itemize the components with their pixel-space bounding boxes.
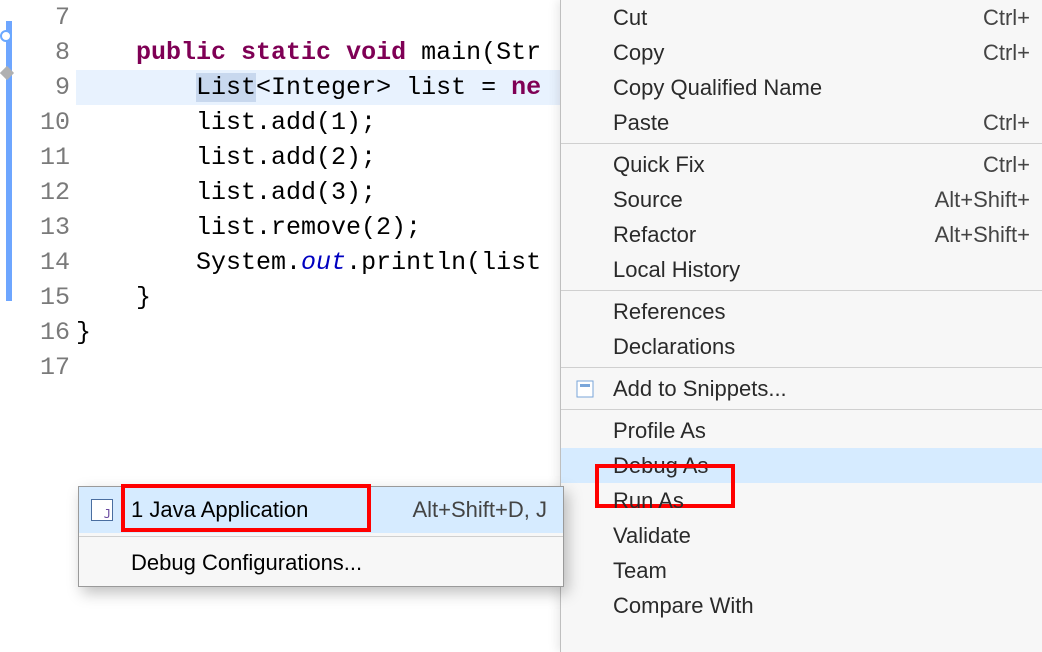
line-number: 14 bbox=[24, 245, 70, 280]
code-line[interactable]: } bbox=[76, 315, 560, 350]
menu-item-label: Quick Fix bbox=[613, 152, 983, 178]
java-app-icon bbox=[91, 499, 113, 521]
submenu-item-shortcut: Alt+Shift+D, J bbox=[412, 497, 547, 523]
menu-item-label: Declarations bbox=[613, 334, 1030, 360]
code-line[interactable]: list.add(1); bbox=[76, 105, 560, 140]
submenu-item-debug-configurations[interactable]: Debug Configurations... bbox=[79, 540, 563, 586]
menu-item-label: Profile As bbox=[613, 418, 1030, 444]
menu-item-shortcut: Ctrl+ bbox=[983, 152, 1030, 178]
code-line[interactable]: List<Integer> list = ne bbox=[76, 70, 560, 105]
menu-item-add-to-snippets[interactable]: Add to Snippets... bbox=[561, 371, 1042, 406]
menu-item-label: Copy Qualified Name bbox=[613, 75, 1030, 101]
marker-column bbox=[0, 0, 24, 652]
context-menu[interactable]: CutCtrl+CopyCtrl+Copy Qualified NamePast… bbox=[560, 0, 1042, 652]
menu-separator bbox=[561, 143, 1042, 144]
menu-separator bbox=[561, 290, 1042, 291]
menu-item-label: Cut bbox=[613, 5, 983, 31]
menu-item-copy-qualified-name[interactable]: Copy Qualified Name bbox=[561, 70, 1042, 105]
override-marker-icon bbox=[0, 30, 12, 42]
menu-item-shortcut: Alt+Shift+ bbox=[935, 222, 1030, 248]
menu-item-debug-as[interactable]: Debug As bbox=[561, 448, 1042, 483]
menu-item-label: References bbox=[613, 299, 1030, 325]
line-number: 8 bbox=[24, 35, 70, 70]
submenu-item-label: 1 Java Application bbox=[131, 497, 412, 523]
menu-item-declarations[interactable]: Declarations bbox=[561, 329, 1042, 364]
code-line[interactable]: System.out.println(list bbox=[76, 245, 560, 280]
menu-item-profile-as[interactable]: Profile As bbox=[561, 413, 1042, 448]
debug-as-submenu[interactable]: 1 Java ApplicationAlt+Shift+D, J Debug Co… bbox=[78, 486, 564, 587]
menu-item-validate[interactable]: Validate bbox=[561, 518, 1042, 553]
menu-item-label: Refactor bbox=[613, 222, 935, 248]
menu-item-label: Run As bbox=[613, 488, 1030, 514]
menu-separator bbox=[561, 409, 1042, 410]
line-number: 12 bbox=[24, 175, 70, 210]
menu-item-shortcut: Alt+Shift+ bbox=[935, 187, 1030, 213]
menu-item-label: Paste bbox=[613, 110, 983, 136]
line-number: 16 bbox=[24, 315, 70, 350]
menu-item-shortcut: Ctrl+ bbox=[983, 5, 1030, 31]
line-number: 7 bbox=[24, 0, 70, 35]
menu-item-label: Add to Snippets... bbox=[613, 376, 1030, 402]
menu-item-shortcut: Ctrl+ bbox=[983, 110, 1030, 136]
menu-item-references[interactable]: References bbox=[561, 294, 1042, 329]
line-number: 10 bbox=[24, 105, 70, 140]
menu-separator bbox=[561, 367, 1042, 368]
code-line[interactable] bbox=[76, 0, 560, 35]
submenu-item-label: Debug Configurations... bbox=[131, 550, 547, 576]
change-bar bbox=[6, 21, 12, 301]
line-number: 13 bbox=[24, 210, 70, 245]
code-line[interactable]: list.add(3); bbox=[76, 175, 560, 210]
menu-item-compare-with[interactable]: Compare With bbox=[561, 588, 1042, 623]
menu-item-label: Validate bbox=[613, 523, 1030, 549]
code-line[interactable]: list.remove(2); bbox=[76, 210, 560, 245]
menu-item-copy[interactable]: CopyCtrl+ bbox=[561, 35, 1042, 70]
menu-item-local-history[interactable]: Local History bbox=[561, 252, 1042, 287]
line-numbers: 7891011121314151617 bbox=[24, 0, 76, 652]
menu-item-label: Compare With bbox=[613, 593, 1030, 619]
menu-separator bbox=[79, 536, 563, 537]
menu-item-shortcut: Ctrl+ bbox=[983, 40, 1030, 66]
menu-item-label: Team bbox=[613, 558, 1030, 584]
code-line[interactable]: } bbox=[76, 280, 560, 315]
line-number: 17 bbox=[24, 350, 70, 385]
menu-item-quick-fix[interactable]: Quick FixCtrl+ bbox=[561, 147, 1042, 182]
menu-item-source[interactable]: SourceAlt+Shift+ bbox=[561, 182, 1042, 217]
menu-item-team[interactable]: Team bbox=[561, 553, 1042, 588]
snippet-icon bbox=[575, 379, 595, 399]
menu-item-paste[interactable]: PasteCtrl+ bbox=[561, 105, 1042, 140]
code-line[interactable]: public static void main(Str bbox=[76, 35, 560, 70]
menu-item-refactor[interactable]: RefactorAlt+Shift+ bbox=[561, 217, 1042, 252]
code-line[interactable] bbox=[76, 350, 560, 385]
code-line[interactable]: list.add(2); bbox=[76, 140, 560, 175]
menu-item-label: Source bbox=[613, 187, 935, 213]
menu-item-run-as[interactable]: Run As bbox=[561, 483, 1042, 518]
line-number: 9 bbox=[24, 70, 70, 105]
editor-gutter: 7891011121314151617 bbox=[0, 0, 76, 652]
menu-item-label: Local History bbox=[613, 257, 1030, 283]
line-number: 11 bbox=[24, 140, 70, 175]
menu-item-cut[interactable]: CutCtrl+ bbox=[561, 0, 1042, 35]
line-number: 15 bbox=[24, 280, 70, 315]
menu-item-label: Debug As bbox=[613, 453, 1030, 479]
menu-item-label: Copy bbox=[613, 40, 983, 66]
submenu-item-java-application[interactable]: 1 Java ApplicationAlt+Shift+D, J bbox=[79, 487, 563, 533]
